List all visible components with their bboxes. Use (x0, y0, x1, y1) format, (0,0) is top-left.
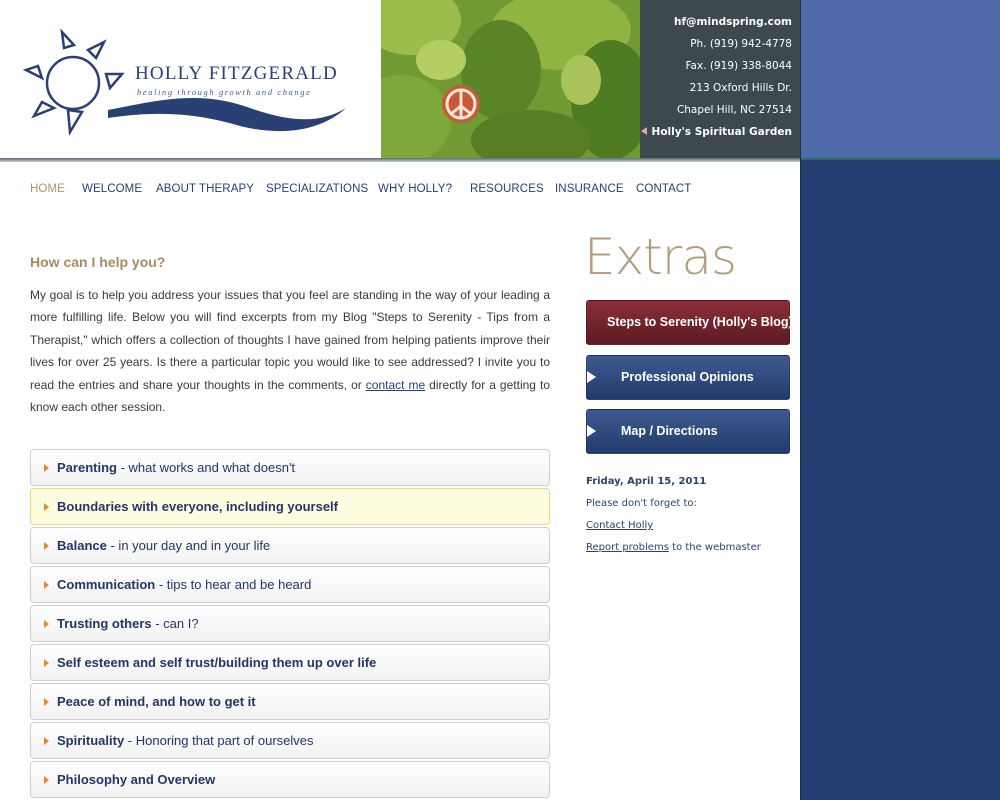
topic-label: Philosophy and Overview (57, 772, 215, 787)
topic-item-self-esteem[interactable]: Self esteem and self trust/building them… (30, 644, 550, 681)
contact-street: 213 Oxford Hills Dr. (689, 82, 792, 94)
expand-arrow-icon (44, 503, 49, 511)
notch-arrow-icon (587, 425, 596, 437)
topic-label: Boundaries with everyone, including your… (57, 499, 338, 514)
logo[interactable]: HOLLY FITZGERALD healing through growth … (0, 0, 381, 160)
map-directions-button[interactable]: Map / Directions (586, 409, 790, 454)
topic-label: Communication - tips to hear and be hear… (57, 577, 311, 592)
main-nav: HOME WELCOME ABOUT THERAPY SPECIALIZATIO… (0, 183, 800, 199)
brand-name: HOLLY FITZGERALD (135, 63, 338, 84)
contact-panel: hf@mindspring.com Ph. (919) 942-4778 Fax… (640, 0, 800, 160)
expand-arrow-icon (44, 698, 49, 706)
topic-subtitle: - can I? (151, 616, 199, 631)
topic-title: Balance (57, 538, 107, 553)
brand-tagline: healing through growth and change (137, 87, 312, 97)
topic-label: Trusting others - can I? (57, 616, 199, 631)
extras-heading: Extras (584, 228, 737, 286)
topic-label: Balance - in your day and in your life (57, 538, 270, 553)
sidebar-reminder: Please don't forget to: (586, 498, 697, 509)
contact-holly-link[interactable]: Contact Holly (586, 520, 653, 531)
spiritual-garden-link[interactable]: Holly's Spiritual Garden (640, 126, 792, 138)
expand-arrow-icon (44, 659, 49, 667)
header-shadow (0, 158, 800, 162)
nav-specializations[interactable]: SPECIALIZATIONS (266, 183, 368, 195)
nav-insurance[interactable]: INSURANCE (555, 183, 624, 195)
contact-email[interactable]: hf@mindspring.com (674, 16, 792, 28)
topic-item-boundaries[interactable]: Boundaries with everyone, including your… (30, 488, 550, 525)
blog-button[interactable]: Steps to Serenity (Holly's Blog) (586, 300, 793, 345)
sidebar-background-top (801, 0, 1000, 158)
expand-arrow-icon (44, 620, 49, 628)
nav-home[interactable]: HOME (30, 183, 65, 195)
intro-text-before: My goal is to help you address your issu… (30, 288, 550, 392)
topic-item-communication[interactable]: Communication - tips to hear and be hear… (30, 566, 550, 603)
topic-label: Self esteem and self trust/building them… (57, 655, 376, 670)
nav-why-holly[interactable]: WHY HOLLY? (378, 183, 452, 195)
professional-opinions-button[interactable]: Professional Opinions (586, 355, 790, 400)
topic-item-balance[interactable]: Balance - in your day and in your life (30, 527, 550, 564)
topic-subtitle: - what works and what doesn't (116, 460, 296, 475)
topic-item-spirituality[interactable]: Spirituality - Honoring that part of our… (30, 722, 550, 759)
topic-label: Parenting - what works and what doesn't (57, 460, 295, 475)
map-directions-label: Map / Directions (621, 424, 718, 438)
sidebar-date: Friday, April 15, 2011 (586, 476, 707, 487)
topic-item-parenting[interactable]: Parenting - what works and what doesn't (30, 449, 550, 486)
topic-title: Trusting others (57, 616, 152, 631)
contact-phone: Ph. (919) 942-4778 (690, 38, 792, 50)
garden-photo (381, 0, 640, 160)
sidebar-report-row: Report problems to the webmaster (586, 542, 761, 553)
topic-subtitle: - tips to hear and be heard (155, 577, 312, 592)
topic-title: Parenting (57, 460, 117, 475)
expand-arrow-icon (44, 542, 49, 550)
nav-about-therapy[interactable]: ABOUT THERAPY (156, 183, 254, 195)
garden-photo-image (381, 0, 640, 160)
topic-subtitle: - Honoring that part of ourselves (124, 733, 314, 748)
intro-paragraph: My goal is to help you address your issu… (30, 284, 550, 418)
topic-subtitle: - in your day and in your life (106, 538, 271, 553)
main-content: How can I help you? My goal is to help y… (30, 254, 550, 418)
expand-arrow-icon (44, 581, 49, 589)
topic-label: Spirituality - Honoring that part of our… (57, 733, 314, 748)
professional-opinions-label: Professional Opinions (621, 370, 754, 384)
topic-title: Philosophy and Overview (57, 772, 216, 787)
nav-contact[interactable]: CONTACT (636, 183, 691, 195)
expand-arrow-icon (44, 737, 49, 745)
page-edge (800, 0, 801, 800)
topic-label: Peace of mind, and how to get it (57, 694, 256, 709)
nav-welcome[interactable]: WELCOME (82, 183, 142, 195)
page-heading: How can I help you? (30, 254, 166, 270)
report-problems-link[interactable]: Report problems (586, 542, 669, 553)
blog-button-label: Steps to Serenity (Holly's Blog) (607, 315, 793, 329)
topic-title: Peace of mind, and how to get it (57, 694, 256, 709)
notch-arrow-icon (587, 371, 596, 383)
expand-arrow-icon (44, 776, 49, 784)
contact-me-link[interactable]: contact me (366, 378, 425, 392)
site-header: HOLLY FITZGERALD healing through growth … (0, 0, 800, 162)
topic-title: Communication (57, 577, 156, 592)
topic-item-philosophy[interactable]: Philosophy and Overview (30, 761, 550, 798)
contact-fax: Fax. (919) 338-8044 (685, 60, 792, 72)
sidebar-contact-row: Contact Holly (586, 520, 653, 531)
sidebar-background-bottom (801, 160, 1000, 800)
topic-item-trusting-others[interactable]: Trusting others - can I? (30, 605, 550, 642)
contact-city: Chapel Hill, NC 27514 (676, 104, 792, 116)
arrow-left-icon (640, 127, 647, 135)
expand-arrow-icon (44, 464, 49, 472)
topic-item-peace-of-mind[interactable]: Peace of mind, and how to get it (30, 683, 550, 720)
topic-title: Boundaries with everyone, including your… (57, 499, 338, 514)
spiritual-garden-label: Holly's Spiritual Garden (651, 126, 792, 138)
report-rest-text: to the webmaster (668, 542, 761, 553)
topic-title: Self esteem and self trust/building them… (57, 655, 377, 670)
nav-resources[interactable]: RESOURCES (470, 183, 544, 195)
topic-title: Spirituality (57, 733, 125, 748)
